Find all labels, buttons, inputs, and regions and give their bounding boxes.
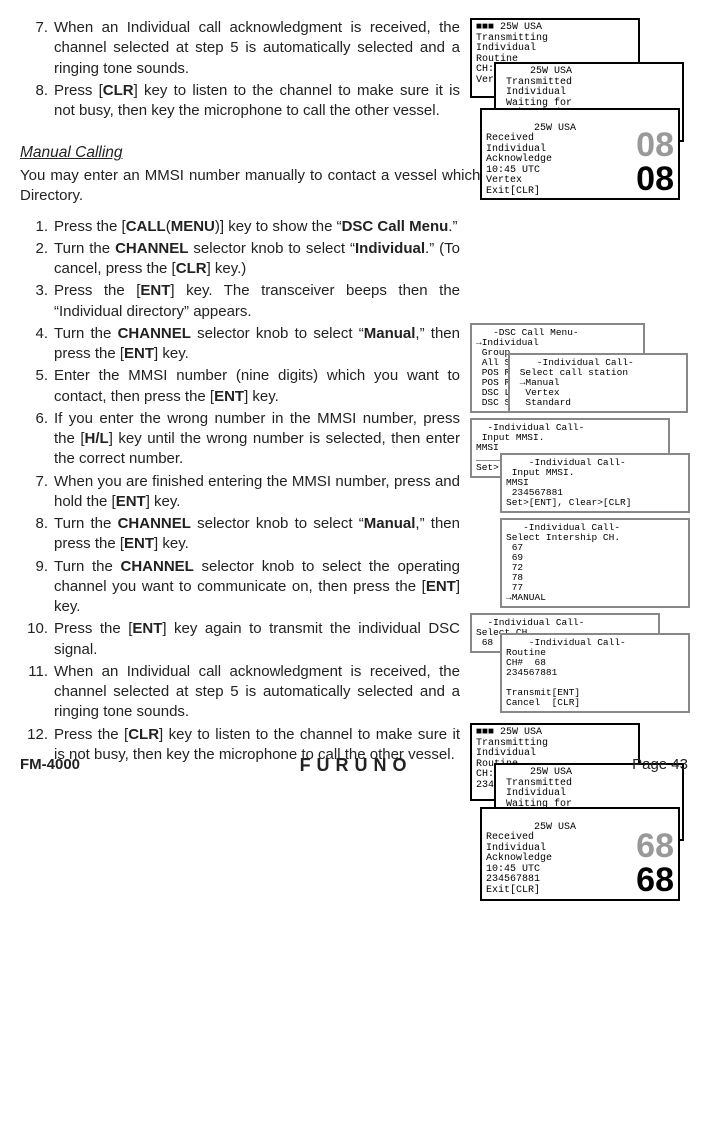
- model-number: FM-4000: [20, 755, 80, 775]
- lcd-screen: 25W USA Received Individual Acknowledge …: [480, 108, 680, 200]
- step-list-bottom: 1.Press the [CALL(MENU)] key to show the…: [20, 217, 460, 766]
- channel-number-ghost: 08: [636, 128, 674, 162]
- lcd-screen: -Individual Call- Select Intership CH. 6…: [500, 518, 690, 608]
- figure-stack-bottom: ■■■ 25W USA Transmitting Individual Rout…: [470, 723, 688, 903]
- brand-logo: FURUNO: [300, 753, 413, 777]
- lcd-screen: -Individual Call- Input MMSI. MMSI 23456…: [500, 453, 690, 513]
- step-item: 7.When you are finished entering the MMS…: [20, 472, 460, 513]
- step-list-top: 7.When an Individual call acknowledgment…: [20, 18, 460, 121]
- channel-number: 68: [636, 863, 674, 897]
- lcd-screen: -Individual Call- Select call station →M…: [508, 353, 688, 413]
- step-item: 4.Turn the CHANNEL selector knob to sele…: [20, 324, 460, 365]
- step-item: 11.When an Individual call acknowledgmen…: [20, 662, 460, 723]
- step-item: 9.Turn the CHANNEL selector knob to sele…: [20, 557, 460, 618]
- page-footer: FM-4000 FURUNO Page 43: [20, 753, 688, 777]
- lcd-screen: -Individual Call- Routine CH# 68 2345678…: [500, 633, 690, 713]
- step-item: 6.If you enter the wrong number in the M…: [20, 409, 460, 470]
- channel-number: 08: [636, 162, 674, 196]
- step-item: 1.Press the [CALL(MENU)] key to show the…: [20, 217, 460, 237]
- step-item: 5.Enter the MMSI number (nine digits) wh…: [20, 366, 460, 407]
- section-title: Manual Calling: [20, 143, 460, 164]
- step-item: 10.Press the [ENT] key again to transmit…: [20, 619, 460, 660]
- page-number: Page 43: [632, 755, 688, 775]
- step-item: 7.When an Individual call acknowledgment…: [20, 18, 460, 79]
- step-item: 8.Turn the CHANNEL selector knob to sele…: [20, 514, 460, 555]
- figure-stack-top: ■■■ 25W USA Transmitting Individual Rout…: [470, 18, 688, 203]
- lcd-screen: 25W USA Received Individual Acknowledge …: [480, 807, 680, 901]
- step-item: 3.Press the [ENT] key. The transceiver b…: [20, 281, 460, 322]
- instruction-text: 7.When an Individual call acknowledgment…: [20, 18, 460, 765]
- step-item: 2.Turn the CHANNEL selector knob to sele…: [20, 239, 460, 280]
- step-item: 8.Press [CLR] key to listen to the chann…: [20, 81, 460, 122]
- channel-number-ghost: 68: [636, 829, 674, 863]
